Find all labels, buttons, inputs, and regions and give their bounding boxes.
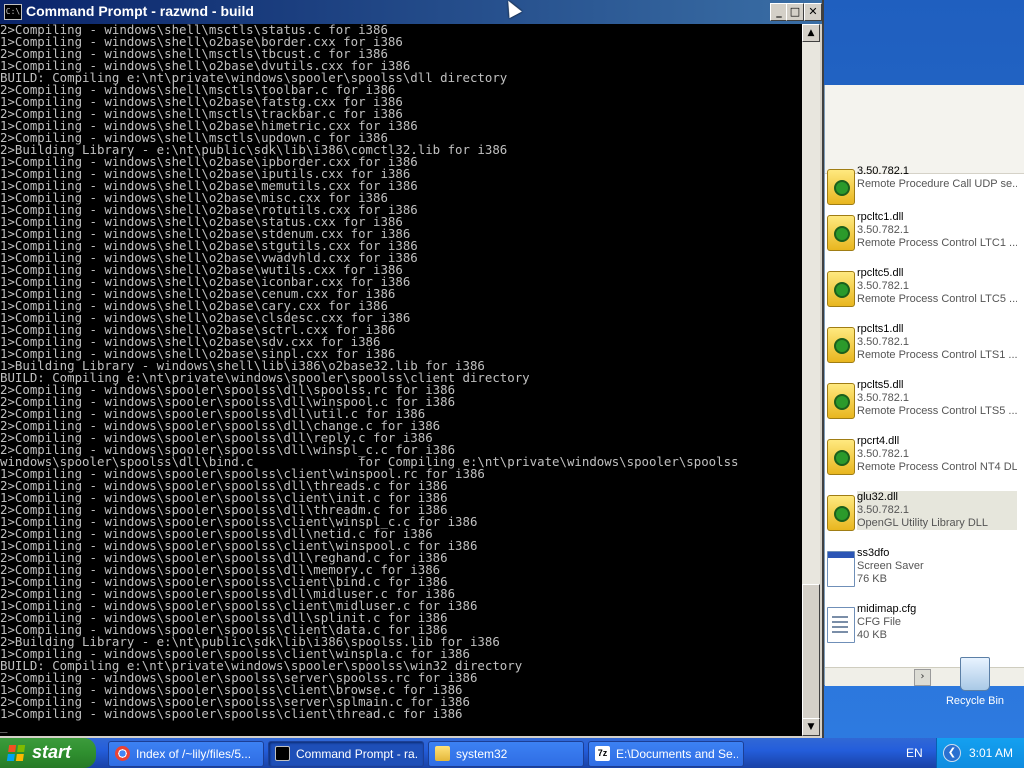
maximize-button[interactable]: □	[786, 3, 804, 21]
file-details: ss3dfo Screen Saver 76 KB	[857, 547, 1017, 586]
file-version: 3.50.782.1	[857, 224, 909, 236]
chrome-icon	[115, 746, 130, 761]
file-item[interactable]: 3.50.782.1 Remote Procedure Call UDP se..…	[825, 165, 1024, 217]
taskbar-item-label: E:\Documents and Se...	[616, 747, 738, 761]
scroll-down-button[interactable]: ▼	[802, 718, 820, 736]
cmd-app-icon[interactable]: C:\	[4, 4, 22, 20]
taskbar-item-7zip[interactable]: 7z E:\Documents and Se...	[588, 741, 744, 767]
file-description: OpenGL Utility Library DLL	[857, 517, 989, 529]
file-name: midimap.cfg	[857, 603, 917, 615]
explorer-header-area	[825, 85, 1024, 174]
file-version: 3.50.782.1	[857, 448, 909, 460]
taskbar-item-system32[interactable]: system32	[428, 741, 584, 767]
dll-icon	[827, 495, 855, 531]
dll-icon	[827, 439, 855, 475]
file-item[interactable]: ss3dfo Screen Saver 76 KB	[825, 547, 1024, 599]
file-details: 3.50.782.1 Remote Procedure Call UDP se..…	[857, 165, 1017, 191]
start-label: start	[32, 742, 72, 762]
file-details: rpclts5.dll 3.50.782.1 Remote Process Cont…	[857, 379, 1017, 418]
recycle-bin-icon	[960, 657, 990, 691]
dll-icon	[827, 271, 855, 307]
file-name: rpclts5.dll	[857, 379, 904, 391]
console-output[interactable]: 2>Compiling - windows\shell\msctls\statu…	[0, 24, 802, 736]
dll-icon	[827, 215, 855, 251]
file-version: CFG File	[857, 616, 901, 628]
file-name: 3.50.782.1	[857, 165, 909, 177]
show-hidden-icons-button[interactable]: ❮	[943, 744, 961, 762]
cfg-file-icon	[827, 607, 855, 643]
language-indicator[interactable]: EN	[906, 746, 923, 760]
file-name: rpclts1.dll	[857, 323, 904, 335]
file-version: 3.50.782.1	[857, 504, 909, 516]
dll-icon	[827, 169, 855, 205]
cmd-icon	[275, 746, 290, 761]
close-button[interactable]: ✕	[804, 3, 822, 21]
recycle-bin-label: Recycle Bin	[945, 695, 1005, 707]
file-description: Remote Process Control LTC1 ...	[857, 237, 1017, 249]
file-name: rpcltc5.dll	[857, 267, 904, 279]
file-description: Remote Process Control LTS1 ...	[857, 349, 1017, 361]
file-version: 3.50.782.1	[857, 280, 909, 292]
file-details: rpcltc5.dll 3.50.782.1 Remote Process Cont…	[857, 267, 1017, 306]
file-details: rpcltc1.dll 3.50.782.1 Remote Process Cont…	[857, 211, 1017, 250]
file-description: Remote Procedure Call UDP se...	[857, 178, 1017, 190]
explorer-window[interactable]: 3.50.782.1 Remote Procedure Call UDP se..…	[824, 85, 1024, 686]
file-description: 40 KB	[857, 629, 887, 641]
file-description: Remote Process Control LTC5 ...	[857, 293, 1017, 305]
scroll-right-button[interactable]: ›	[914, 669, 931, 686]
file-details: rpclts1.dll 3.50.782.1 Remote Process Cont…	[857, 323, 1017, 362]
file-item[interactable]: rpcltc5.dll 3.50.782.1 Remote Process Cont…	[825, 267, 1024, 319]
windows-logo-icon	[6, 745, 26, 761]
screensaver-icon	[827, 551, 855, 587]
dll-icon	[827, 327, 855, 363]
file-version: 3.50.782.1	[857, 392, 909, 404]
start-button[interactable]: start	[0, 738, 96, 768]
file-version: 3.50.782.1	[857, 336, 909, 348]
dll-icon	[827, 383, 855, 419]
file-details: midimap.cfg CFG File 40 KB	[857, 603, 1017, 642]
file-name: ss3dfo	[857, 547, 890, 559]
file-item[interactable]: midimap.cfg CFG File 40 KB	[825, 603, 1024, 655]
scroll-up-button[interactable]: ▲	[802, 24, 820, 42]
file-description: Remote Process Control LTS5 ...	[857, 405, 1017, 417]
console-line: 1>Compiling - windows\spooler\spoolss\cl…	[0, 706, 463, 721]
command-prompt-window[interactable]: C:\ Command Prompt - razwnd - build _ □ …	[0, 0, 824, 738]
file-name: rpcltc1.dll	[857, 211, 904, 223]
file-description: 76 KB	[857, 573, 887, 585]
clock[interactable]: 3:01 AM	[969, 746, 1013, 760]
system-tray: EN ❮ 3:01 AM	[898, 738, 1024, 768]
taskbar-item-label: Index of /~lily/files/5...	[136, 747, 252, 761]
scrollbar-thumb[interactable]	[802, 584, 820, 722]
file-version: Screen Saver	[857, 560, 924, 572]
file-details: rpcrt4.dll 3.50.782.1 Remote Process Contr…	[857, 435, 1017, 474]
console-line: _	[0, 718, 8, 733]
file-item[interactable]: rpcrt4.dll 3.50.782.1 Remote Process Contr…	[825, 435, 1024, 487]
file-details: glu32.dll 3.50.782.1 OpenGL Utility Librar…	[857, 491, 1017, 530]
taskbar: start Index of /~lily/files/5... Command…	[0, 738, 1024, 768]
7zip-icon: 7z	[595, 746, 610, 761]
file-name: rpcrt4.dll	[857, 435, 900, 447]
window-title: Command Prompt - razwnd - build	[26, 3, 254, 19]
title-bar[interactable]: C:\ Command Prompt - razwnd - build _ □ …	[0, 0, 822, 24]
file-description: Remote Process Control NT4 DLL	[857, 461, 1017, 473]
console-vertical-scrollbar[interactable]: ▲ ▼	[802, 24, 820, 736]
file-item[interactable]: rpclts1.dll 3.50.782.1 Remote Process Cont…	[825, 323, 1024, 375]
taskbar-item-label: system32	[456, 747, 508, 761]
taskbar-item-label: Command Prompt - ra...	[296, 747, 418, 761]
taskbar-item-chrome[interactable]: Index of /~lily/files/5...	[108, 741, 264, 767]
taskbar-item-command-prompt[interactable]: Command Prompt - ra...	[268, 741, 424, 767]
recycle-bin[interactable]: Recycle Bin	[940, 655, 1010, 715]
file-name: glu32.dll	[857, 491, 898, 503]
file-item[interactable]: glu32.dll 3.50.782.1 OpenGL Utility Librar…	[825, 491, 1024, 543]
notification-area: ❮ 3:01 AM	[936, 738, 1024, 768]
file-item[interactable]: rpcltc1.dll 3.50.782.1 Remote Process Cont…	[825, 211, 1024, 263]
file-item[interactable]: rpclts5.dll 3.50.782.1 Remote Process Cont…	[825, 379, 1024, 431]
folder-icon	[435, 746, 450, 761]
